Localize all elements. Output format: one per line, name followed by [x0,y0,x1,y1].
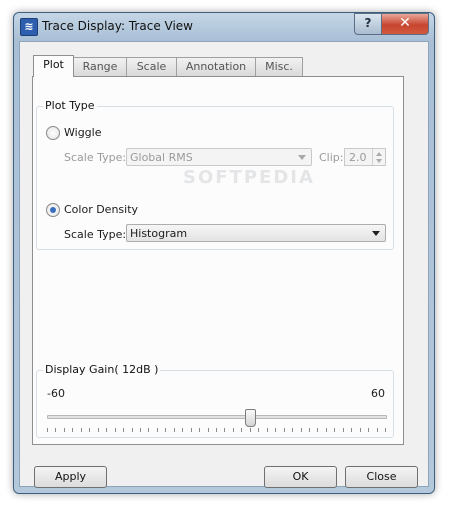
dialog-window: ≋ Trace Display: Trace View ? ✕ Plot Ran… [13,12,435,494]
slider-tick [233,428,234,432]
clip-spinbox[interactable]: 2.0 [344,148,386,166]
slider-tick [385,428,386,432]
slider-tick [165,428,166,432]
slider-tick [377,428,378,432]
slider-tick [182,428,183,432]
clip-label: Clip: [319,151,344,164]
slider-tick [309,428,310,432]
slider-tick [267,428,268,432]
slider-tick [360,428,361,432]
spin-down-icon [376,159,382,163]
tab-scale[interactable]: Scale [126,57,177,76]
slider-tick [64,428,65,432]
apply-button[interactable]: Apply [34,466,107,488]
wiggle-label: Wiggle [64,126,102,139]
close-button[interactable]: Close [345,466,418,488]
dialog-client-area: Plot Range Scale Annotation Misc. SOFTPE… [19,41,429,488]
wiggle-scale-type-select[interactable]: Global RMS [126,148,312,166]
wiggle-scale-type-value: Global RMS [130,151,193,164]
chevron-down-icon [298,155,306,160]
slider-tick [275,428,276,432]
spin-up-icon [376,152,382,156]
slider-tick [199,428,200,432]
slider-tick [292,428,293,432]
clip-value: 2.0 [349,151,367,164]
slider-tick [174,428,175,432]
color-density-radio[interactable] [46,203,60,217]
slider-tick [123,428,124,432]
plot-type-group: Plot Type Wiggle Scale Type: Global RMS … [36,99,394,250]
slider-tick [157,428,158,432]
slider-tick [216,428,217,432]
window-title: Trace Display: Trace View [42,19,193,33]
gain-max-label: 60 [371,387,385,400]
slider-tick [106,428,107,432]
slider-tick [55,428,56,432]
plot-tab-panel: SOFTPEDIA Plot Type Wiggle Scale Type: G… [32,76,404,445]
slider-tick [326,428,327,432]
slider-tick [368,428,369,432]
app-icon: ≋ [20,18,38,36]
gain-min-label: -60 [47,387,65,400]
slider-tick [224,428,225,432]
display-gain-group: Display Gain( 12dB ) -60 60 [36,363,394,438]
color-density-scale-type-label: Scale Type: [64,228,127,241]
slider-tick [351,428,352,432]
slider-tick [115,428,116,432]
gain-slider-track[interactable] [47,415,387,419]
slider-tick [208,428,209,432]
wiggle-scale-type-label: Scale Type: [64,151,127,164]
slider-tick [343,428,344,432]
tab-annotation[interactable]: Annotation [176,57,256,76]
slider-tick [250,428,251,432]
chevron-down-icon [372,231,380,236]
tab-range[interactable]: Range [73,57,127,76]
tab-misc[interactable]: Misc. [255,57,303,76]
slider-tick [241,428,242,432]
wiggle-radio[interactable] [46,126,60,140]
slider-tick [334,428,335,432]
slider-tick [258,428,259,432]
slider-tick [148,428,149,432]
slider-tick [140,428,141,432]
slider-tick [72,428,73,432]
window-close-button[interactable]: ✕ [381,13,429,35]
slider-tick [317,428,318,432]
slider-tick [132,428,133,432]
help-button[interactable]: ? [354,13,382,35]
slider-tick [89,428,90,432]
plot-type-group-label: Plot Type [43,99,97,112]
title-bar[interactable]: ≋ Trace Display: Trace View ? ✕ [14,13,434,41]
ok-button[interactable]: OK [264,466,337,488]
gain-slider-thumb[interactable] [244,409,256,427]
slider-tick [98,428,99,432]
clip-spin-buttons[interactable] [372,149,385,165]
display-gain-group-label: Display Gain( 12dB ) [43,363,161,376]
tab-plot[interactable]: Plot [33,55,74,77]
slider-tick [81,428,82,432]
slider-tick [284,428,285,432]
slider-tick [301,428,302,432]
slider-tick [191,428,192,432]
slider-tick [47,428,48,432]
color-density-scale-type-select[interactable]: Histogram [126,224,386,242]
color-density-scale-type-value: Histogram [130,227,188,240]
color-density-label: Color Density [64,203,139,216]
